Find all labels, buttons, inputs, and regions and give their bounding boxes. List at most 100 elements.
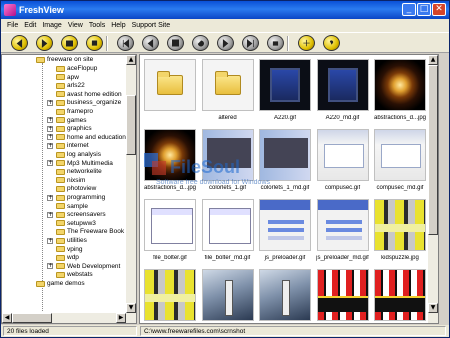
expand-plus-icon[interactable]: + — [47, 160, 53, 167]
scroll-up-arrow-icon[interactable]: ▲ — [126, 55, 136, 65]
image-thumbnail[interactable]: js_preloader_md.gif — [315, 197, 371, 267]
expand-plus-icon[interactable]: + — [47, 99, 53, 106]
image-thumbnail[interactable]: abstractions_d...jpg — [372, 57, 428, 127]
tree-item-partial[interactable]: game demos — [36, 279, 85, 288]
menu-help[interactable]: Help — [108, 22, 128, 29]
refresh-icon — [197, 39, 204, 47]
first-button[interactable] — [117, 35, 134, 51]
image-thumbnail[interactable]: mzoom.gif — [315, 267, 371, 323]
thumbnail-frame — [144, 129, 196, 181]
close-button[interactable]: ✕ — [432, 3, 446, 16]
thumbnail-frame — [201, 59, 254, 111]
menu-file[interactable]: File — [4, 22, 21, 29]
previous-button[interactable] — [142, 35, 159, 51]
folder-thumbnail[interactable] — [142, 57, 198, 127]
folder-icon — [56, 151, 65, 158]
thumbnail-frame — [259, 129, 311, 181]
tree-item-label: freeware on site — [47, 56, 94, 63]
folder-icon — [214, 71, 241, 95]
app-icon — [4, 4, 16, 16]
back-button[interactable] — [11, 35, 28, 51]
folder-icon — [56, 134, 65, 141]
back-icon — [16, 38, 23, 48]
forward-button[interactable] — [36, 35, 53, 51]
thumbnail-frame — [374, 269, 426, 321]
print-button[interactable] — [267, 35, 284, 51]
tree-root-folder[interactable]: freeware on site — [36, 55, 93, 64]
folder-icon — [56, 185, 65, 192]
grid-scroll-up-icon[interactable]: ▲ — [428, 55, 438, 65]
image-thumbnail[interactable]: kidspuzzle_md.gif — [142, 267, 198, 323]
thumbnail-image — [202, 130, 253, 180]
folder-icon — [56, 211, 65, 218]
image-thumbnail[interactable]: lthouse_saver.jpg — [200, 267, 256, 323]
help-button[interactable] — [323, 35, 340, 51]
tree-item-label: aceFlopup — [67, 65, 98, 72]
last-button[interactable] — [242, 35, 259, 51]
next-button[interactable] — [217, 35, 234, 51]
image-thumbnail[interactable]: A220_md.gif — [315, 57, 371, 127]
folder-icon — [56, 220, 65, 227]
status-bar: 20 files loaded C:\www.freewarefiles.com… — [1, 325, 449, 337]
fullscreen-icon — [171, 39, 180, 47]
menu-image[interactable]: Image — [39, 22, 64, 29]
tree-vertical-scrollbar[interactable]: ▲ ▼ — [126, 55, 136, 323]
expand-plus-icon[interactable]: + — [47, 211, 53, 218]
image-thumbnail[interactable]: A220.gif — [257, 57, 313, 127]
expand-plus-icon[interactable]: + — [47, 142, 53, 149]
thumbnail-frame — [374, 129, 426, 181]
thumbnail-image — [375, 270, 425, 320]
tree-item-label: nixsim — [67, 176, 86, 184]
image-thumbnail[interactable]: abstractions_d...jpg — [142, 127, 198, 197]
fullscreen-button[interactable] — [167, 35, 184, 51]
image-thumbnail[interactable]: colorlets_1_md.gif — [257, 127, 313, 197]
menu-tools[interactable]: Tools — [86, 22, 108, 29]
menu-support-site[interactable]: Support Site — [129, 22, 174, 29]
folder-icon — [36, 280, 45, 287]
folder-icon — [56, 117, 65, 124]
slideshow-button[interactable] — [61, 35, 78, 51]
image-thumbnail[interactable]: kidspuzzle.jpg — [372, 197, 428, 267]
scroll-down-arrow-icon[interactable]: ▼ — [126, 303, 136, 313]
expand-plus-icon[interactable]: + — [47, 117, 53, 124]
expand-plus-icon[interactable]: + — [47, 125, 53, 132]
tree-horizontal-scrollbar[interactable]: ◀ ▶ — [2, 313, 126, 323]
expand-plus-icon[interactable]: + — [47, 237, 53, 244]
menu-view[interactable]: View — [65, 22, 86, 29]
thumbnail-frame — [316, 269, 369, 321]
menu-edit[interactable]: Edit — [21, 22, 39, 29]
tree-hscroll-thumb[interactable] — [12, 313, 52, 323]
thumbnail-image — [202, 200, 253, 250]
image-thumbnail[interactable]: compusec_md.gif — [372, 127, 428, 197]
image-thumbnail[interactable]: file_bolter_md.gif — [200, 197, 256, 267]
folder-icon — [56, 74, 65, 81]
tree-item-label: log analysis — [67, 151, 101, 158]
grid-scroll-thumb[interactable] — [428, 65, 438, 235]
image-thumbnail[interactable]: colorlets_1.gif — [200, 127, 256, 197]
thumbnail-grid[interactable]: ▲ ▼ altered A220.gif A220_md.gif abstractio… — [139, 54, 439, 324]
folder-thumbnail[interactable]: altered — [200, 57, 256, 127]
thumbnail-label: file_bolter_md.gif — [204, 255, 251, 261]
image-thumbnail[interactable]: compusec.gif — [315, 127, 371, 197]
folder-icon — [56, 237, 65, 244]
image-thumbnail[interactable]: lthouse_saver_md.jpg — [257, 267, 313, 323]
scroll-left-arrow-icon[interactable]: ◀ — [2, 313, 12, 323]
zoom-button[interactable] — [86, 35, 103, 51]
folder-tree[interactable]: ▲ ▼ ◀ ▶ freeware on site aceFlopup apw arls… — [1, 54, 137, 324]
scroll-right-arrow-icon[interactable]: ▶ — [116, 313, 126, 323]
thumbnail-label: file_bolter.gif — [153, 255, 187, 261]
options-button[interactable] — [298, 35, 315, 51]
expand-plus-icon[interactable]: + — [47, 134, 53, 141]
minimize-button[interactable]: _ — [402, 3, 416, 16]
tree-scroll-thumb[interactable] — [126, 95, 136, 155]
image-thumbnail[interactable]: mzoom_md.gif — [372, 267, 428, 323]
expand-plus-icon[interactable]: + — [47, 263, 53, 270]
maximize-button[interactable]: □ — [417, 3, 431, 16]
image-thumbnail[interactable]: file_bolter.gif — [142, 197, 198, 267]
grid-scroll-down-icon[interactable]: ▼ — [428, 303, 438, 313]
refresh-button[interactable] — [192, 35, 209, 51]
title-bar[interactable]: FreshView _ □ ✕ — [1, 1, 449, 19]
options-icon — [303, 39, 310, 46]
expand-plus-icon[interactable]: + — [47, 194, 53, 201]
image-thumbnail[interactable]: js_preloader.gif — [257, 197, 313, 267]
